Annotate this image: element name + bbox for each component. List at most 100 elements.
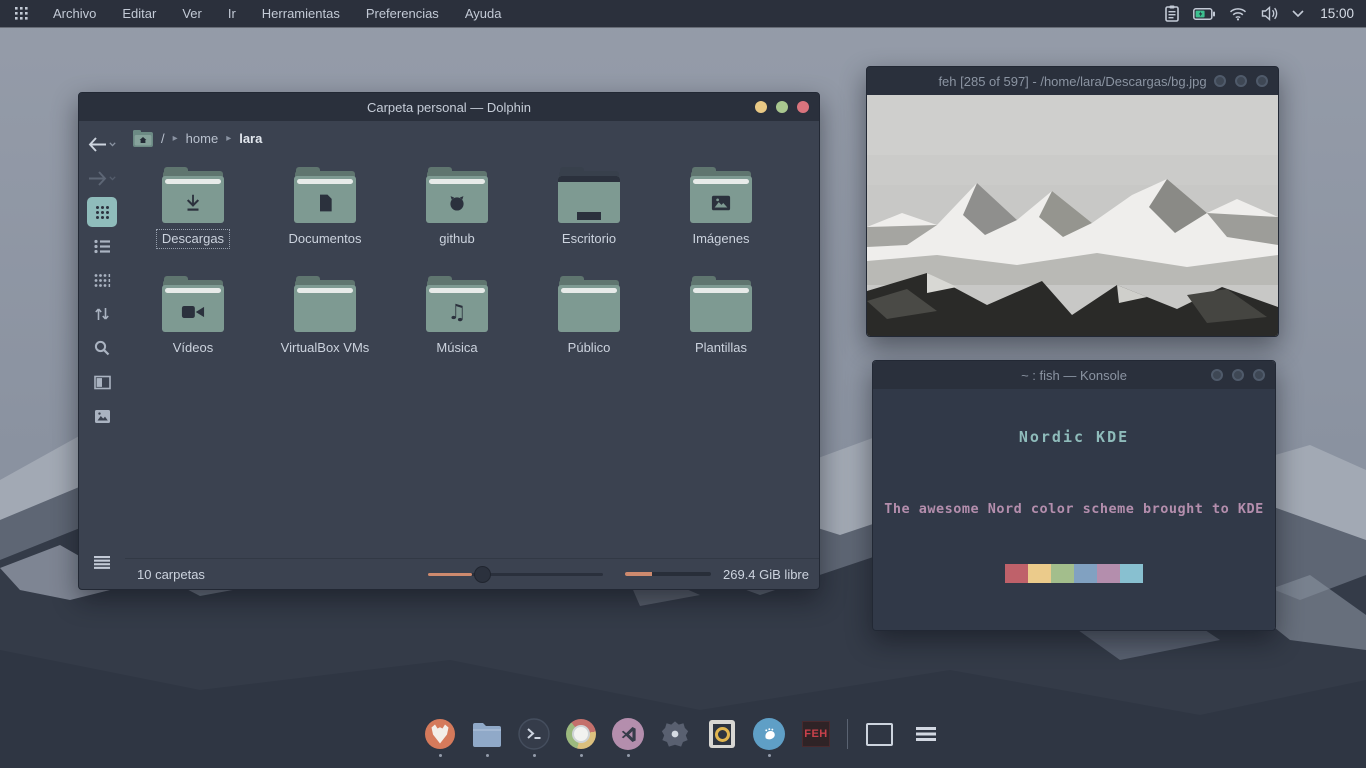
dock-item-code-editor[interactable] [612,718,644,757]
terminal-content[interactable]: Nordic KDE The awesome Nord color scheme… [873,389,1275,630]
dock-item-show-desktop[interactable] [863,718,895,757]
wifi-icon[interactable] [1229,7,1247,21]
window-controls [1211,361,1265,389]
dock-item-settings[interactable] [659,718,691,757]
preview-button[interactable] [94,399,111,433]
forward-arrow-icon [88,171,107,186]
folder-escritorio[interactable]: Escritorio [523,164,655,273]
dolphin-menu-button[interactable] [94,545,110,579]
speaker-icon [706,718,738,750]
dock-item-chat-app[interactable] [753,718,785,757]
folder-plantillas[interactable]: Plantillas [655,273,787,382]
dock-item-dock-menu[interactable] [910,718,942,757]
icons-view-button[interactable] [87,195,117,229]
github-glyph-icon [426,183,488,223]
breadcrumb-segment-lara[interactable]: lara [239,131,262,146]
folder-m-sica[interactable]: ♫ Música [391,273,523,382]
minimize-button[interactable] [1214,75,1226,87]
terminal-icon [518,718,550,750]
menu-ver[interactable]: Ver [169,0,215,27]
disk-usage-bar [625,572,711,576]
compact-view-icon [94,273,111,288]
palette-swatch [1097,564,1120,583]
battery-icon[interactable] [1193,8,1215,20]
compact-view-button[interactable] [94,263,111,297]
close-button[interactable] [1256,75,1268,87]
slider-knob[interactable] [474,566,491,583]
running-indicator [486,754,489,757]
palette-swatch [1074,564,1097,583]
hamburger-icon [94,556,110,569]
dolphin-titlebar[interactable]: Carpeta personal — Dolphin [79,93,819,121]
breadcrumb-segment-home[interactable]: home [186,131,219,146]
folder-icon [162,167,224,223]
dock-item-terminal[interactable] [518,718,550,757]
global-menubar: ArchivoEditarVerIrHerramientasPreferenci… [0,0,1366,27]
search-button[interactable] [94,331,110,365]
back-button[interactable] [88,127,116,161]
image-glyph-icon [690,183,752,223]
folder-github[interactable]: github [391,164,523,273]
menu-preferencias[interactable]: Preferencias [353,0,452,27]
dock-item-feh-viewer[interactable]: FEH [800,718,832,757]
chevron-down-icon[interactable] [1292,10,1304,17]
minimize-button[interactable] [1211,369,1223,381]
close-button[interactable] [797,101,809,113]
folder-im-genes[interactable]: Imágenes [655,164,787,273]
folder-virtualbox-vms[interactable]: VirtualBox VMs [259,273,391,382]
breadcrumb-segments: ▸home▸lara [173,131,263,146]
folder-v-deos[interactable]: Vídeos [127,273,259,382]
menu-ir[interactable]: Ir [215,0,249,27]
folder-label: VirtualBox VMs [276,339,375,357]
video-glyph-icon [162,292,224,332]
split-view-button[interactable] [94,365,111,399]
menu-archivo[interactable]: Archivo [40,0,109,27]
folder-icon [426,167,488,223]
folder-label: Imágenes [687,230,754,248]
maximize-button[interactable] [1232,369,1244,381]
close-button[interactable] [1253,369,1265,381]
dolphin-toolbar-rail [79,121,125,589]
folder-icon [294,167,356,223]
dock-item-music-player[interactable] [706,718,738,757]
menu-editar[interactable]: Editar [109,0,169,27]
dolphin-window-title: Carpeta personal — Dolphin [79,100,819,115]
sort-button[interactable] [94,297,110,331]
plain-glyph-icon [558,292,620,332]
palette-swatch [1051,564,1074,583]
folders-count-label: 10 carpetas [137,567,205,582]
running-indicator [627,754,630,757]
feh-titlebar[interactable]: feh [285 of 597] - /home/lara/Descargas/… [867,67,1278,95]
zoom-slider[interactable] [428,566,603,583]
show-desktop-icon [863,718,895,750]
home-folder-icon[interactable] [133,130,153,147]
dock-item-file-manager[interactable] [471,718,503,757]
minimize-button[interactable] [755,101,767,113]
palette-swatch [1005,564,1028,583]
menu-ayuda[interactable]: Ayuda [452,0,515,27]
details-view-button[interactable] [94,229,111,263]
sort-icon [94,306,110,322]
konsole-titlebar[interactable]: ~ : fish — Konsole [873,361,1275,389]
maximize-button[interactable] [1235,75,1247,87]
clipboard-icon[interactable] [1165,5,1179,22]
app-grid-icon [15,7,28,20]
breadcrumb-arrow-icon: ▸ [226,133,231,144]
dock-item-firefox[interactable] [424,718,456,757]
menu-herramientas[interactable]: Herramientas [249,0,353,27]
folder-label: Música [431,339,482,357]
maximize-button[interactable] [776,101,788,113]
breadcrumb-root[interactable]: / [161,131,165,146]
dock-item-chromium[interactable] [565,718,597,757]
download-glyph-icon [162,183,224,223]
folder-p-blico[interactable]: Público [523,273,655,382]
chevron-down-icon [109,142,116,147]
volume-icon[interactable] [1261,6,1278,21]
folder-documentos[interactable]: Documentos [259,164,391,273]
music-glyph-icon: ♫ [426,292,488,332]
forward-button[interactable] [88,161,116,195]
feh-logo-icon: FEH [800,718,832,750]
app-launcher-button[interactable] [10,3,32,25]
firefox-icon [424,718,456,750]
folder-descargas[interactable]: Descargas [127,164,259,273]
